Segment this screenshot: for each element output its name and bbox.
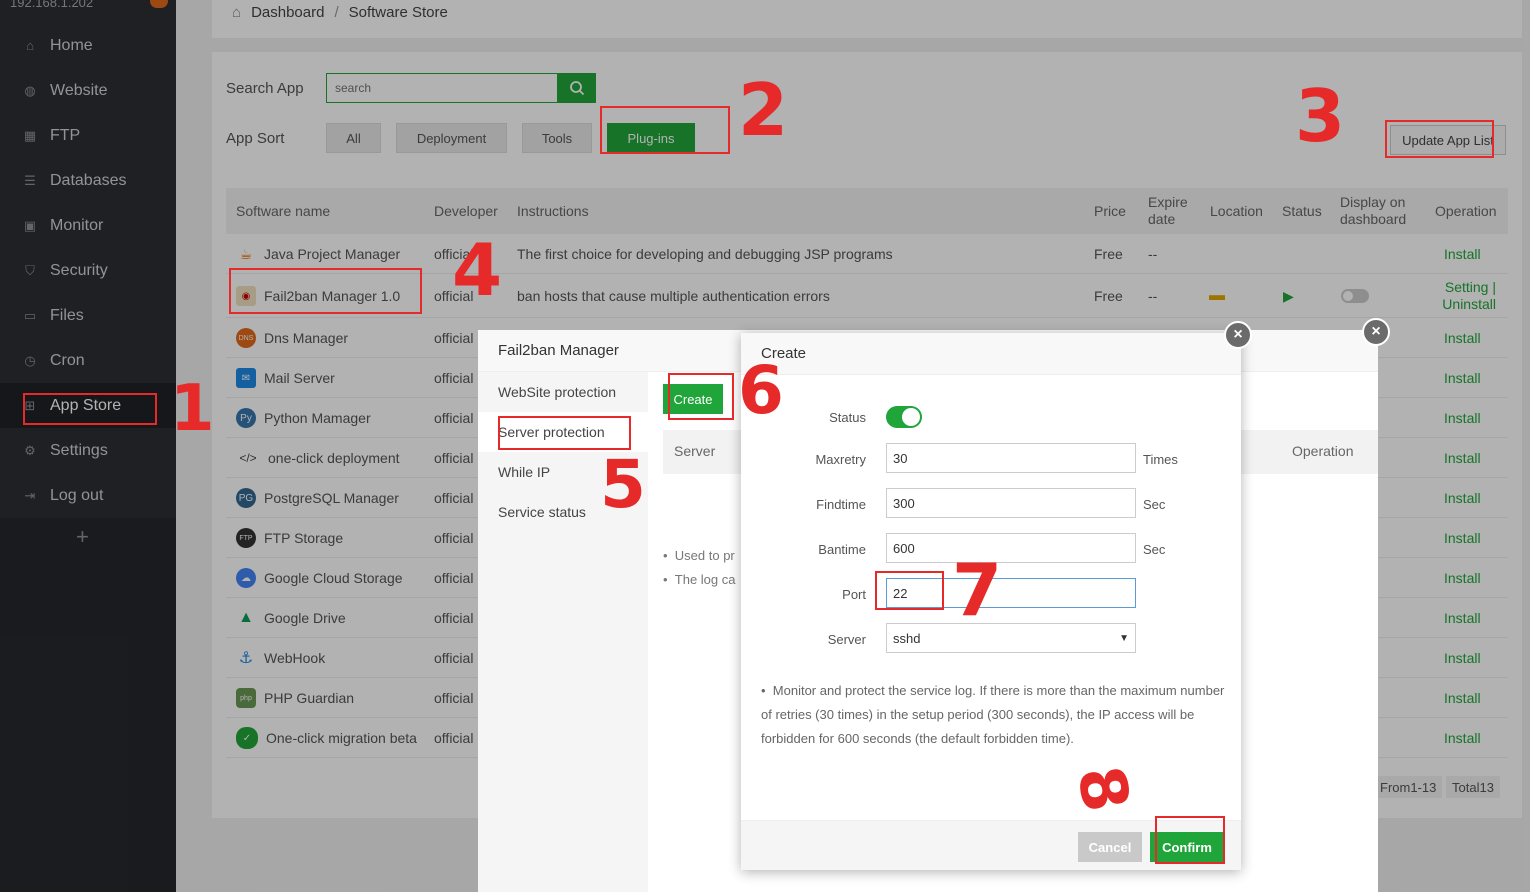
note-text: The log ca bbox=[674, 572, 736, 587]
annotation-number: 7 bbox=[952, 548, 1003, 632]
findtime-input[interactable]: 300 bbox=[886, 488, 1136, 518]
findtime-label: Findtime bbox=[816, 497, 866, 512]
chevron-down-icon: ▼ bbox=[1119, 632, 1129, 644]
annotation-number: 3 bbox=[1295, 74, 1346, 158]
bantime-unit: Sec bbox=[1143, 542, 1166, 557]
port-label: Port bbox=[842, 587, 866, 602]
create-tip-text: Monitor and protect the service log. If … bbox=[761, 683, 1225, 746]
create-tip: • Monitor and protect the service log. I… bbox=[761, 683, 1225, 746]
annotation-number: 4 bbox=[452, 228, 503, 312]
annotation-number: 2 bbox=[738, 68, 789, 152]
maxretry-input[interactable]: 30 bbox=[886, 443, 1136, 473]
annotation-box bbox=[229, 268, 422, 314]
server-label: Server bbox=[827, 632, 866, 647]
tab-website-protection[interactable]: WebSite protection bbox=[478, 372, 648, 412]
create-modal-title: Create bbox=[741, 333, 1241, 375]
annotation-box bbox=[875, 571, 944, 610]
annotation-box bbox=[1155, 816, 1225, 864]
bantime-label: Bantime bbox=[818, 542, 866, 557]
annotation-box bbox=[498, 416, 631, 450]
annotation-box bbox=[600, 106, 730, 154]
note-text: Used to pr bbox=[674, 548, 735, 563]
annotation-number: 5 bbox=[600, 446, 646, 523]
maxretry-label: Maxretry bbox=[815, 452, 866, 467]
annotation-box bbox=[1385, 120, 1494, 158]
note-item: • Used to pr bbox=[663, 548, 735, 563]
bantime-input[interactable]: 600 bbox=[886, 533, 1136, 563]
note-item: • The log ca bbox=[663, 572, 736, 587]
col-server: Server bbox=[674, 443, 716, 459]
close-icon[interactable]: × bbox=[1224, 321, 1252, 349]
col-operation: Operation bbox=[1292, 443, 1354, 459]
annotation-number: 6 bbox=[738, 352, 784, 429]
annotation-box bbox=[23, 393, 157, 425]
annotation-number: 1 bbox=[170, 372, 215, 446]
annotation-box bbox=[668, 373, 734, 420]
maxretry-unit: Times bbox=[1143, 452, 1178, 467]
server-select[interactable]: sshd ▼ bbox=[886, 623, 1136, 653]
findtime-unit: Sec bbox=[1143, 497, 1166, 512]
status-toggle[interactable] bbox=[886, 406, 922, 428]
server-select-value: sshd bbox=[893, 630, 921, 646]
cancel-button[interactable]: Cancel bbox=[1078, 832, 1142, 862]
close-icon[interactable]: × bbox=[1362, 318, 1390, 346]
